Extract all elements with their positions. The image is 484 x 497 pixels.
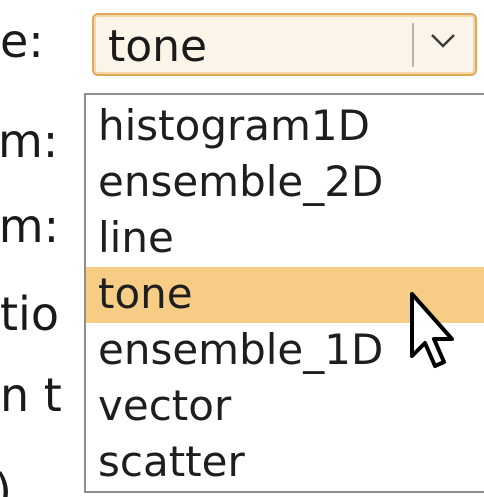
dropdown-option-vector[interactable]: vector <box>86 379 484 435</box>
plot-type-combobox[interactable]: tone <box>92 13 477 76</box>
combobox-value: tone <box>108 21 208 72</box>
field-label-type: e: <box>0 14 44 68</box>
field-label-nt: n t <box>0 368 62 422</box>
field-label-im: im: <box>0 199 60 253</box>
chevron-down-icon <box>431 34 455 48</box>
combobox-dropdown-button[interactable] <box>416 19 472 71</box>
field-label-paren: ) <box>0 468 12 497</box>
dropdown-option-ensemble-2d[interactable]: ensemble_2D <box>86 155 484 211</box>
dropdown-option-scatter[interactable]: scatter <box>86 435 484 491</box>
field-label-tio: tio <box>0 287 59 341</box>
dropdown-option-line[interactable]: line <box>86 211 484 267</box>
mouse-cursor-icon <box>408 292 456 376</box>
dropdown-option-histogram1d[interactable]: histogram1D <box>86 99 484 155</box>
field-label-m: m: <box>0 114 59 168</box>
dialog-fragment: e: m: im: tio n t ) tone histogram1D ens… <box>0 0 484 497</box>
combobox-separator <box>412 23 414 67</box>
